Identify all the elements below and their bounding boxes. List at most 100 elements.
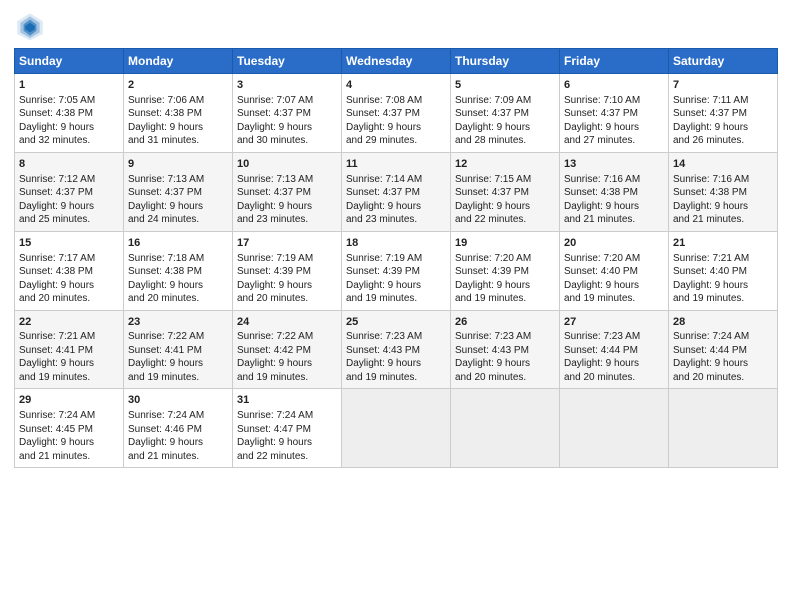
day-cell: 1Sunrise: 7:05 AMSunset: 4:38 PMDaylight… bbox=[15, 74, 124, 153]
day-number: 7 bbox=[673, 78, 773, 93]
day-info-line: and 26 minutes. bbox=[673, 134, 773, 148]
day-cell: 21Sunrise: 7:21 AMSunset: 4:40 PMDayligh… bbox=[669, 231, 778, 310]
day-info-line: Sunrise: 7:20 AM bbox=[564, 252, 664, 266]
day-info-line: Sunset: 4:37 PM bbox=[19, 186, 119, 200]
day-number: 29 bbox=[19, 393, 119, 408]
day-cell: 10Sunrise: 7:13 AMSunset: 4:37 PMDayligh… bbox=[233, 152, 342, 231]
logo-icon bbox=[14, 10, 46, 42]
day-info-line: Sunrise: 7:13 AM bbox=[237, 173, 337, 187]
day-info-line: Sunrise: 7:19 AM bbox=[346, 252, 446, 266]
day-info-line: and 25 minutes. bbox=[19, 213, 119, 227]
day-cell: 8Sunrise: 7:12 AMSunset: 4:37 PMDaylight… bbox=[15, 152, 124, 231]
day-info-line: Sunrise: 7:24 AM bbox=[128, 409, 228, 423]
day-number: 3 bbox=[237, 78, 337, 93]
day-cell: 9Sunrise: 7:13 AMSunset: 4:37 PMDaylight… bbox=[124, 152, 233, 231]
day-info-line: and 24 minutes. bbox=[128, 213, 228, 227]
day-info-line: Daylight: 9 hours bbox=[346, 121, 446, 135]
calendar-table: SundayMondayTuesdayWednesdayThursdayFrid… bbox=[14, 48, 778, 468]
day-cell: 12Sunrise: 7:15 AMSunset: 4:37 PMDayligh… bbox=[451, 152, 560, 231]
day-info-line: Sunrise: 7:15 AM bbox=[455, 173, 555, 187]
day-info-line: and 19 minutes. bbox=[564, 292, 664, 306]
day-cell: 26Sunrise: 7:23 AMSunset: 4:43 PMDayligh… bbox=[451, 310, 560, 389]
day-cell: 7Sunrise: 7:11 AMSunset: 4:37 PMDaylight… bbox=[669, 74, 778, 153]
day-info-line: and 20 minutes. bbox=[673, 371, 773, 385]
day-info-line: Sunrise: 7:21 AM bbox=[673, 252, 773, 266]
day-info-line: Sunrise: 7:22 AM bbox=[237, 330, 337, 344]
day-info-line: Sunrise: 7:17 AM bbox=[19, 252, 119, 266]
day-number: 12 bbox=[455, 157, 555, 172]
day-info-line: and 27 minutes. bbox=[564, 134, 664, 148]
day-number: 28 bbox=[673, 315, 773, 330]
day-info-line: Sunset: 4:44 PM bbox=[673, 344, 773, 358]
main-container: SundayMondayTuesdayWednesdayThursdayFrid… bbox=[0, 0, 792, 478]
day-info-line: Sunset: 4:46 PM bbox=[128, 423, 228, 437]
day-cell: 17Sunrise: 7:19 AMSunset: 4:39 PMDayligh… bbox=[233, 231, 342, 310]
day-info-line: and 20 minutes. bbox=[237, 292, 337, 306]
day-info-line: Daylight: 9 hours bbox=[673, 121, 773, 135]
day-info-line: Sunset: 4:37 PM bbox=[346, 186, 446, 200]
day-cell: 3Sunrise: 7:07 AMSunset: 4:37 PMDaylight… bbox=[233, 74, 342, 153]
day-number: 15 bbox=[19, 236, 119, 251]
day-info-line: Sunrise: 7:24 AM bbox=[673, 330, 773, 344]
day-info-line: Daylight: 9 hours bbox=[455, 357, 555, 371]
day-info-line: Sunrise: 7:23 AM bbox=[564, 330, 664, 344]
day-info-line: and 20 minutes. bbox=[564, 371, 664, 385]
week-row-2: 8Sunrise: 7:12 AMSunset: 4:37 PMDaylight… bbox=[15, 152, 778, 231]
day-info-line: and 20 minutes. bbox=[19, 292, 119, 306]
day-number: 8 bbox=[19, 157, 119, 172]
day-number: 24 bbox=[237, 315, 337, 330]
day-info-line: Daylight: 9 hours bbox=[673, 357, 773, 371]
day-cell: 13Sunrise: 7:16 AMSunset: 4:38 PMDayligh… bbox=[560, 152, 669, 231]
day-cell: 31Sunrise: 7:24 AMSunset: 4:47 PMDayligh… bbox=[233, 389, 342, 468]
day-info-line: Daylight: 9 hours bbox=[237, 121, 337, 135]
day-cell: 30Sunrise: 7:24 AMSunset: 4:46 PMDayligh… bbox=[124, 389, 233, 468]
day-info-line: Daylight: 9 hours bbox=[128, 357, 228, 371]
day-info-line: Sunrise: 7:23 AM bbox=[455, 330, 555, 344]
day-info-line: Sunset: 4:39 PM bbox=[237, 265, 337, 279]
day-info-line: Daylight: 9 hours bbox=[346, 357, 446, 371]
day-info-line: Sunset: 4:39 PM bbox=[346, 265, 446, 279]
day-cell: 5Sunrise: 7:09 AMSunset: 4:37 PMDaylight… bbox=[451, 74, 560, 153]
day-info-line: Sunset: 4:37 PM bbox=[237, 107, 337, 121]
column-header-sunday: Sunday bbox=[15, 49, 124, 74]
day-info-line: Sunset: 4:37 PM bbox=[237, 186, 337, 200]
day-info-line: Sunset: 4:45 PM bbox=[19, 423, 119, 437]
day-info-line: Daylight: 9 hours bbox=[346, 200, 446, 214]
day-info-line: Daylight: 9 hours bbox=[564, 279, 664, 293]
header bbox=[14, 10, 778, 42]
day-info-line: and 19 minutes. bbox=[455, 292, 555, 306]
day-cell: 24Sunrise: 7:22 AMSunset: 4:42 PMDayligh… bbox=[233, 310, 342, 389]
day-info-line: and 19 minutes. bbox=[128, 371, 228, 385]
day-info-line: Daylight: 9 hours bbox=[19, 436, 119, 450]
day-number: 6 bbox=[564, 78, 664, 93]
day-info-line: Sunset: 4:37 PM bbox=[346, 107, 446, 121]
day-info-line: and 32 minutes. bbox=[19, 134, 119, 148]
day-info-line: Sunrise: 7:11 AM bbox=[673, 94, 773, 108]
day-info-line: Sunrise: 7:20 AM bbox=[455, 252, 555, 266]
day-info-line: Daylight: 9 hours bbox=[455, 279, 555, 293]
day-info-line: Sunrise: 7:08 AM bbox=[346, 94, 446, 108]
day-cell bbox=[451, 389, 560, 468]
day-info-line: and 28 minutes. bbox=[455, 134, 555, 148]
day-info-line: and 30 minutes. bbox=[237, 134, 337, 148]
day-info-line: Daylight: 9 hours bbox=[19, 121, 119, 135]
day-info-line: Sunrise: 7:19 AM bbox=[237, 252, 337, 266]
day-info-line: Sunrise: 7:16 AM bbox=[564, 173, 664, 187]
logo bbox=[14, 10, 50, 42]
day-cell bbox=[560, 389, 669, 468]
day-info-line: and 31 minutes. bbox=[128, 134, 228, 148]
day-info-line: Daylight: 9 hours bbox=[346, 279, 446, 293]
day-info-line: Daylight: 9 hours bbox=[19, 279, 119, 293]
day-info-line: and 21 minutes. bbox=[19, 450, 119, 464]
day-info-line: Sunrise: 7:14 AM bbox=[346, 173, 446, 187]
day-number: 25 bbox=[346, 315, 446, 330]
day-info-line: Daylight: 9 hours bbox=[673, 279, 773, 293]
day-info-line: Sunset: 4:43 PM bbox=[346, 344, 446, 358]
day-cell: 29Sunrise: 7:24 AMSunset: 4:45 PMDayligh… bbox=[15, 389, 124, 468]
day-info-line: Daylight: 9 hours bbox=[237, 357, 337, 371]
day-cell: 11Sunrise: 7:14 AMSunset: 4:37 PMDayligh… bbox=[342, 152, 451, 231]
day-info-line: Daylight: 9 hours bbox=[237, 200, 337, 214]
day-info-line: Sunset: 4:43 PM bbox=[455, 344, 555, 358]
day-number: 30 bbox=[128, 393, 228, 408]
day-info-line: Daylight: 9 hours bbox=[455, 121, 555, 135]
